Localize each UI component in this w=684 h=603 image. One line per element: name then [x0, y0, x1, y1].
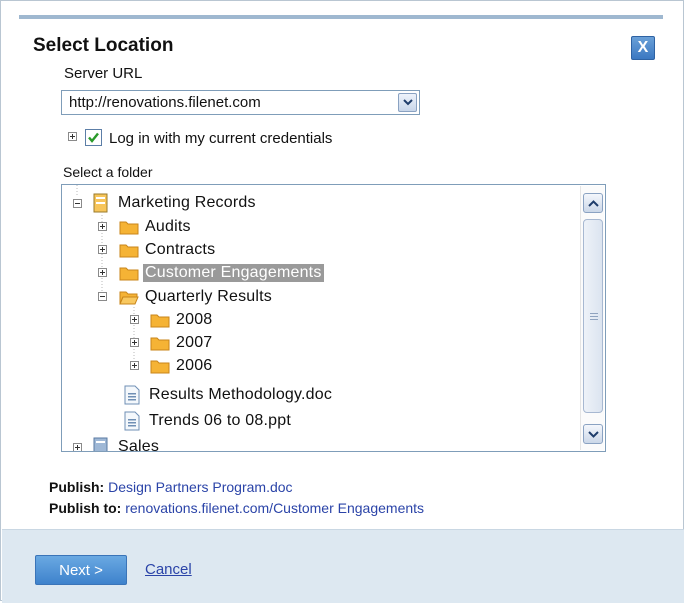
tree-item-trends[interactable]: Trends 06 to 08.ppt [124, 410, 293, 432]
tree-item-quarterly-results[interactable]: Quarterly Results [119, 286, 274, 308]
expand-icon[interactable] [98, 268, 107, 277]
tree-item-label: 2008 [176, 311, 213, 328]
tree-item-marketing-records[interactable]: Marketing Records [93, 192, 258, 214]
server-url-select[interactable]: http://renovations.filenet.com [61, 90, 420, 115]
tree-item-label: Quarterly Results [145, 288, 272, 305]
tree-item-results-methodology[interactable]: Results Methodology.doc [124, 384, 334, 406]
folder-icon [150, 360, 170, 374]
credentials-checkbox[interactable] [85, 129, 102, 146]
server-url-label: Server URL [64, 65, 143, 82]
tree-item-label: Results Methodology.doc [149, 386, 333, 403]
tree-item-label: Marketing Records [118, 194, 256, 211]
tree-item-label: Audits [145, 218, 191, 235]
collapse-icon[interactable] [98, 292, 107, 301]
document-icon [124, 411, 140, 431]
tree-item-label: 2007 [176, 334, 213, 351]
folder-icon [150, 337, 170, 351]
checkmark-icon [88, 132, 99, 143]
select-folder-label: Select a folder [63, 164, 153, 180]
expand-icon[interactable] [68, 132, 77, 141]
collapse-icon[interactable] [73, 199, 82, 208]
next-button[interactable]: Next > [35, 555, 127, 585]
tree-item-2006[interactable]: 2006 [150, 355, 214, 377]
tree-item-contracts[interactable]: Contracts [119, 239, 217, 261]
folder-open-icon [119, 291, 139, 305]
tree-item-label: 2006 [176, 357, 213, 374]
publish-to-row: Publish to: renovations.filenet.com/Cust… [49, 500, 424, 516]
expand-icon[interactable] [130, 361, 139, 370]
tree-item-2007[interactable]: 2007 [150, 332, 214, 354]
expand-icon[interactable] [98, 245, 107, 254]
scroll-down-button[interactable] [583, 424, 603, 444]
chevron-up-icon [588, 200, 599, 207]
tree-item-audits[interactable]: Audits [119, 216, 193, 238]
folder-icon [150, 314, 170, 328]
tree-item-label: Contracts [145, 241, 216, 258]
grip-icon [590, 313, 598, 322]
tree-item-sales[interactable]: Sales [93, 436, 161, 452]
cabinet-icon [93, 437, 108, 451]
scroll-up-button[interactable] [583, 193, 603, 213]
expand-icon[interactable] [98, 222, 107, 231]
tree-scrollbar[interactable] [580, 186, 604, 450]
title-accent-bar [19, 15, 663, 19]
folder-icon [119, 221, 139, 235]
scroll-thumb[interactable] [583, 219, 603, 413]
dialog-title: Select Location [33, 35, 174, 56]
expand-icon[interactable] [130, 338, 139, 347]
folder-icon [119, 267, 139, 281]
expand-icon[interactable] [130, 315, 139, 324]
tree-item-label: Sales [118, 438, 160, 452]
close-icon: X [637, 39, 649, 56]
tree-item-customer-engagements[interactable]: Customer Engagements [119, 262, 324, 284]
cancel-link[interactable]: Cancel [145, 561, 192, 578]
publish-destination-link[interactable]: renovations.filenet.com/Customer Engagem… [125, 500, 424, 516]
publish-row: Publish: Design Partners Program.doc [49, 479, 293, 495]
publish-to-label: Publish to: [49, 500, 122, 516]
cabinet-icon [93, 193, 108, 213]
select-location-dialog: Select Location X Server URL http://reno… [0, 0, 684, 603]
close-button[interactable]: X [631, 36, 655, 60]
publish-label: Publish: [49, 479, 105, 495]
server-url-value: http://renovations.filenet.com [69, 94, 261, 111]
publish-document-link[interactable]: Design Partners Program.doc [108, 479, 292, 495]
folder-tree[interactable]: Marketing Records Audits Contracts Custo… [61, 184, 606, 452]
tree-item-2008[interactable]: 2008 [150, 309, 214, 331]
chevron-down-icon[interactable] [398, 93, 417, 112]
credentials-label: Log in with my current credentials [109, 130, 333, 147]
chevron-down-icon [588, 431, 599, 438]
document-icon [124, 385, 140, 405]
tree-item-label: Trends 06 to 08.ppt [149, 412, 291, 429]
folder-icon [119, 244, 139, 258]
tree-item-label: Customer Engagements [143, 264, 324, 282]
expand-icon[interactable] [73, 443, 82, 451]
